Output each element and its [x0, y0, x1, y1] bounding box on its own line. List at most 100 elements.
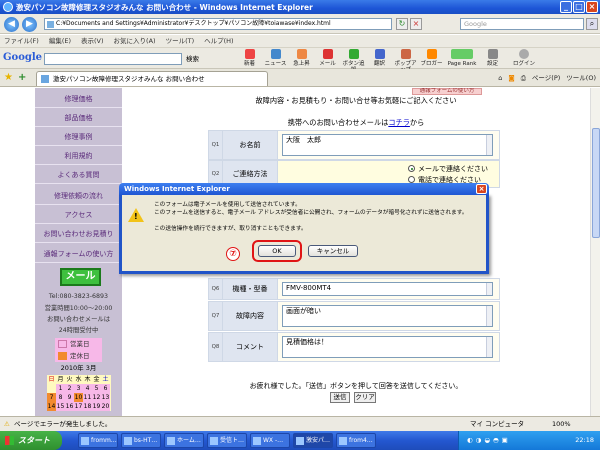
google-logo: Google — [3, 52, 43, 63]
user-icon — [519, 49, 529, 59]
taskbar-button-5[interactable]: WX -… — [250, 433, 290, 448]
calendar-day: 20 — [101, 402, 110, 411]
taskbar-button-4[interactable]: 受信ト… — [207, 433, 247, 448]
popup-icon — [400, 49, 411, 59]
calendar: 日月火水木金土 1 2 3 4 5 6 7 8 9 10 11 12 13 14 15 16 17 18 19 20 — [47, 375, 111, 411]
calendar-day: 1 — [56, 384, 65, 393]
menu-view[interactable]: 表示(V) — [81, 35, 104, 47]
feed-icon[interactable]: ◙ — [508, 72, 514, 84]
row-label: お名前 — [222, 131, 278, 159]
row-number: Q6 — [209, 279, 222, 299]
zoom-text[interactable]: 100% — [552, 417, 571, 431]
row-label: 機種・型番 — [222, 279, 278, 299]
calendar-day: 7 — [47, 393, 56, 402]
submit-button[interactable]: 送信 — [330, 392, 350, 403]
search-icon[interactable]: ⌕ — [586, 18, 598, 30]
calendar-day: 4 — [83, 384, 92, 393]
stop-icon[interactable]: × — [410, 18, 422, 30]
sidebar-item-contact[interactable]: お問い合わせお見積り — [35, 225, 122, 243]
status-text: ページでエラーが発生しました。 — [14, 420, 112, 428]
tray-icons[interactable]: ◐◑◒◓▣ — [467, 431, 511, 450]
name-field[interactable]: 大阪 太郎 — [282, 134, 493, 156]
row-number: Q7 — [209, 302, 222, 330]
dialog-message-3: この送信操作を続行できますが、取り消すこともできます。 — [154, 226, 307, 232]
status-bar: ⚠ ページでエラーが発生しました。 マイ コンピュータ 100% — [0, 416, 600, 431]
sidebar: 修理価格 部品価格 修理事例 利用規約 よくある質問 修理依頼の流れ アクセス … — [35, 88, 122, 416]
row-label: コメント — [222, 333, 278, 361]
calendar-weekday: 火 — [66, 376, 73, 383]
window-titlebar: 激安パソコン故障修理スタジオみんな お問い合わせ - Windows Inter… — [0, 0, 600, 14]
mobile-link[interactable]: コチラ — [388, 118, 410, 127]
back-button[interactable]: ◀ — [4, 17, 19, 32]
start-button[interactable]: スタート — [0, 431, 62, 450]
menu-favorites[interactable]: お気に入り(A) — [114, 35, 156, 47]
scroll-thumb[interactable] — [592, 128, 600, 238]
menu-tools[interactable]: ツール(T) — [166, 35, 195, 47]
calendar-week: 7 8 9 10 11 12 13 — [47, 393, 111, 402]
calendar-day: 2 — [65, 384, 74, 393]
comment-field[interactable]: 見積価格は！ — [282, 336, 493, 358]
intro-text: 故障内容・お見積もり・お問い合せ等お気軽にご記入ください — [255, 96, 457, 105]
forward-button[interactable]: ▶ — [22, 17, 37, 32]
menu-help[interactable]: ヘルプ(H) — [204, 35, 233, 47]
mail-note: お問い合わせメールは — [47, 316, 110, 323]
hours-text: 営業時間10:00〜20:00 — [44, 305, 113, 312]
url-input[interactable]: C:¥Documents and Settings¥Administrator¥… — [44, 18, 392, 30]
menu-file[interactable]: ファイル(F) — [4, 35, 39, 47]
warning-status-icon[interactable]: ⚠ — [4, 417, 10, 431]
model-field[interactable]: FMV-800MT4 — [282, 282, 493, 296]
calendar-weekday: 金 — [93, 376, 100, 383]
taskbar-button-7[interactable]: from4… — [336, 433, 376, 448]
calendar-day: 18 — [83, 402, 92, 411]
form-guide-tag[interactable]: 通報フォームの使い方 — [412, 88, 482, 95]
google-search-button[interactable]: 検索 — [186, 52, 199, 66]
cancel-button[interactable]: キャンセル — [308, 245, 358, 257]
tab-bar: ★ + 激安パソコン故障修理スタジオみんな お問い合わせ ⌂ ◙ ⎙ ページ(P… — [0, 69, 600, 87]
calendar-day: 16 — [65, 402, 74, 411]
sidebar-item-faq[interactable]: よくある質問 — [35, 166, 122, 184]
sidebar-item-terms[interactable]: 利用規約 — [35, 147, 122, 165]
taskbar-button-6[interactable]: 激安パ… — [293, 433, 333, 448]
taskbar-button-2[interactable]: bs-HT… — [121, 433, 161, 448]
sidebar-item-repair-price[interactable]: 修理価格 — [35, 90, 122, 108]
sidebar-item-access[interactable]: アクセス — [35, 206, 122, 224]
submit-instruction: お疲れ様でした。「送信」ボタンを押して回答を送信してください。 — [249, 382, 463, 390]
tab-current[interactable]: 激安パソコン故障修理スタジオみんな お問い合わせ — [36, 71, 268, 86]
taskbar-button-1[interactable]: fromm… — [78, 433, 118, 448]
dialog-close-icon[interactable]: × — [476, 184, 487, 194]
sidebar-item-form-guide[interactable]: 通報フォームの使い方 — [35, 245, 122, 263]
radio-selected-icon — [408, 165, 415, 172]
maximize-button[interactable]: □ — [573, 1, 585, 13]
sidebar-item-cases[interactable]: 修理事例 — [35, 128, 122, 146]
pagerank-icon — [451, 49, 473, 59]
favorites-star-icon[interactable]: ★ — [4, 73, 13, 83]
zone-text: マイ コンピュータ — [470, 420, 525, 428]
row-label: 故障内容 — [222, 302, 278, 330]
add-favorite-icon[interactable]: + — [18, 73, 26, 83]
sidebar-item-flow[interactable]: 修理依頼の流れ — [35, 187, 122, 205]
windows-logo-icon — [5, 436, 14, 445]
mobile-line: 携帯へのお問い合わせメールはコチラから — [287, 118, 425, 127]
taskbar: スタート fromm… bs-HT… ホーム… 受信ト… WX -… 激安パ… … — [0, 431, 600, 450]
radio-email[interactable]: メールで連絡ください — [408, 164, 488, 174]
google-search-input[interactable] — [44, 53, 182, 65]
translate-icon — [374, 49, 385, 59]
menu-edit[interactable]: 編集(E) — [49, 35, 71, 47]
tab-title: 激安パソコン故障修理スタジオみんな お問い合わせ — [53, 75, 205, 83]
search-input[interactable]: Google — [460, 18, 584, 30]
refresh-icon[interactable]: ↻ — [396, 18, 408, 30]
legend-closed: 定休日 — [55, 350, 102, 362]
menu-bar: ファイル(F) 編集(E) 表示(V) お気に入り(A) ツール(T) ヘルプ(… — [0, 35, 600, 47]
close-window-button[interactable]: × — [586, 1, 598, 13]
mail-button[interactable]: メール — [60, 268, 101, 286]
taskbar-button-3[interactable]: ホーム… — [164, 433, 204, 448]
minimize-button[interactable]: _ — [560, 1, 572, 13]
print-icon[interactable]: ⎙ — [521, 72, 526, 84]
clear-button[interactable]: クリア — [354, 392, 376, 403]
tools-menu[interactable]: ツール(O) — [566, 72, 596, 84]
symptom-field[interactable]: 画面が暗い — [282, 305, 493, 327]
page-menu[interactable]: ページ(P) — [532, 72, 560, 84]
home-icon[interactable]: ⌂ — [498, 72, 502, 84]
sidebar-item-parts-price[interactable]: 部品価格 — [35, 109, 122, 127]
vertical-scrollbar[interactable] — [590, 88, 600, 416]
